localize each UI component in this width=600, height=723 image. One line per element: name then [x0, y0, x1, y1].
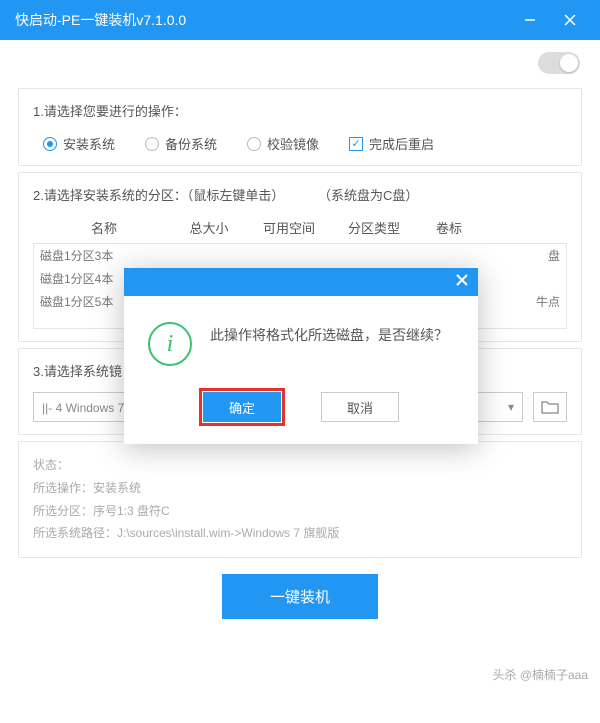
chevron-down-icon: ▾	[508, 400, 514, 414]
folder-icon	[541, 400, 559, 414]
col-type: 分区类型	[329, 218, 419, 237]
status-line: 状态：	[33, 454, 567, 477]
radio-backup[interactable]: 备份系统	[145, 134, 217, 153]
confirm-dialog: i 此操作将格式化所选磁盘，是否继续？ 确定 取消	[124, 268, 478, 444]
status-line: 所选分区：序号1:3 盘符C	[33, 500, 567, 523]
window-title: 快启动-PE一键装机v7.1.0.0	[15, 10, 510, 30]
close-icon	[456, 274, 468, 286]
section2-title-b: （系统盘为C盘）	[318, 188, 418, 203]
radio-install[interactable]: 安装系统	[43, 134, 115, 153]
ok-button[interactable]: 确定	[203, 392, 281, 422]
section2-title-a: 2.请选择安装系统的分区：（鼠标左键单击）	[33, 188, 284, 203]
close-button[interactable]	[550, 0, 590, 40]
section-status: 状态： 所选操作：安装系统 所选分区：序号1:3 盘符C 所选系统路径：J:\s…	[18, 441, 582, 558]
section1-title: 1.请选择您要进行的操作：	[33, 101, 567, 120]
col-name: 名称	[39, 218, 169, 237]
info-icon: i	[148, 322, 192, 366]
radio-verify[interactable]: 校验镜像	[247, 134, 319, 153]
title-bar: 快启动-PE一键装机v7.1.0.0	[0, 0, 600, 40]
checkbox-reboot[interactable]: ✓完成后重启	[349, 134, 434, 153]
cancel-button[interactable]: 取消	[321, 392, 399, 422]
status-line: 所选系统路径：J:\sources\install.wim->Windows 7…	[33, 522, 567, 545]
radio-backup-label: 备份系统	[165, 134, 217, 153]
col-label: 卷标	[419, 218, 479, 237]
watermark: 头杀 @楠楠子aaa	[492, 666, 588, 683]
status-line: 所选操作：安装系统	[33, 477, 567, 500]
mode-toggle[interactable]	[538, 52, 580, 74]
radio-verify-label: 校验镜像	[267, 134, 319, 153]
main-action-row: 一键装机	[0, 564, 600, 635]
table-header: 名称 总大小 可用空间 分区类型 卷标	[33, 218, 567, 237]
dialog-close-button[interactable]	[456, 273, 468, 291]
minimize-button[interactable]	[510, 0, 550, 40]
col-free: 可用空间	[249, 218, 329, 237]
table-row[interactable]: 磁盘1分区3本盘	[34, 244, 566, 267]
toggle-row	[0, 40, 600, 82]
browse-button[interactable]	[533, 392, 567, 422]
checkbox-reboot-label: 完成后重启	[369, 134, 434, 153]
dialog-message: 此操作将格式化所选磁盘，是否继续？	[210, 322, 448, 366]
dialog-titlebar	[124, 268, 478, 296]
section-operation: 1.请选择您要进行的操作： 安装系统 备份系统 校验镜像 ✓完成后重启	[18, 88, 582, 166]
section2-title: 2.请选择安装系统的分区：（鼠标左键单击） （系统盘为C盘）	[33, 185, 567, 204]
install-button[interactable]: 一键装机	[222, 574, 378, 619]
col-size: 总大小	[169, 218, 249, 237]
radio-install-label: 安装系统	[63, 134, 115, 153]
